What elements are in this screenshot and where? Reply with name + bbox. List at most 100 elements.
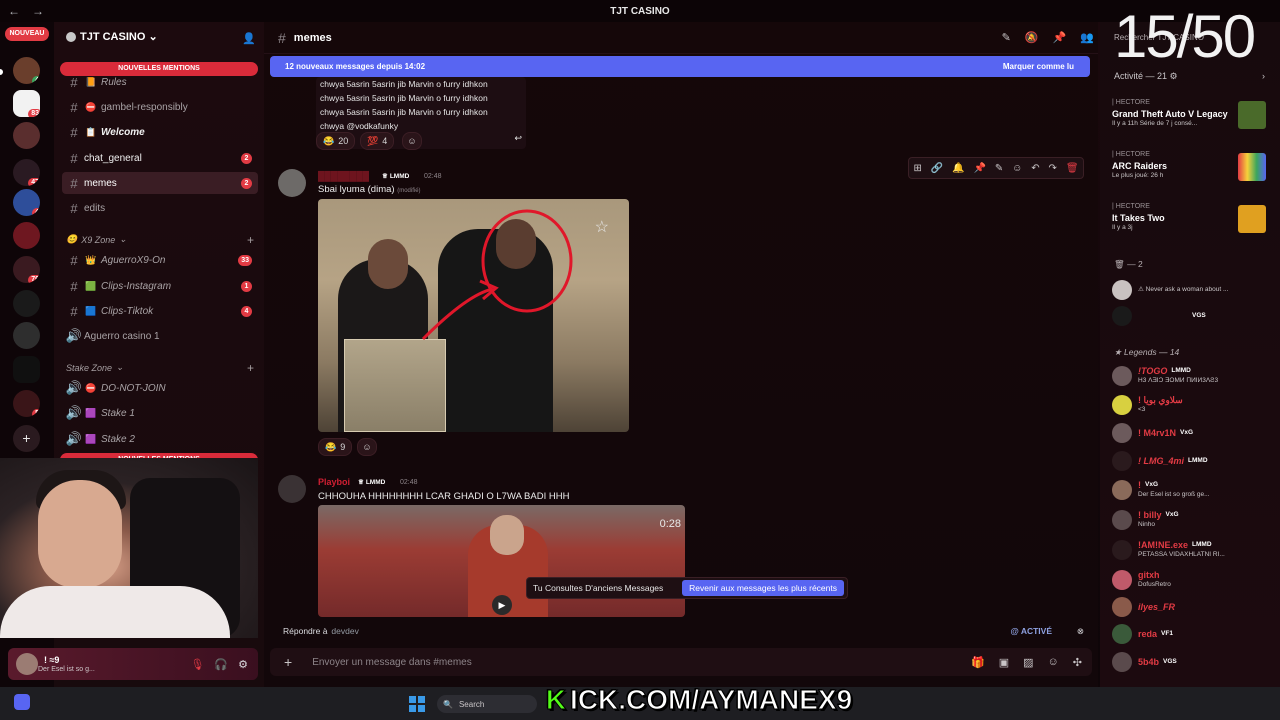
mark-as-read-button[interactable]: Marquer comme lu [1003,62,1074,71]
mention-toggle[interactable]: @ ACTIVÉ [1010,626,1052,636]
add-channel-icon[interactable]: + [247,361,254,375]
server-icon[interactable]: 47 [13,159,40,186]
avatar[interactable] [278,475,306,503]
channel-emoji: 🟩 [85,280,97,291]
notifications-muted-icon[interactable]: 🔕 [1025,31,1039,44]
server-icon[interactable] [13,356,40,383]
server-icon[interactable]: 4 [13,189,40,216]
activity-item[interactable]: | HECTORE It Takes Two Il y a 3j [1112,203,1272,233]
add-reaction-icon[interactable]: ☺ [357,438,377,456]
member-row[interactable]: ilyes_FR [1112,596,1272,618]
member-row[interactable]: ! LMG_4mi LMMD [1112,450,1272,472]
add-server-icon[interactable]: + [13,425,40,452]
pin-icon[interactable]: 📌 [1053,31,1067,44]
member-row[interactable]: VGS [1112,305,1272,327]
add-reaction-icon[interactable]: ☺ [402,132,422,150]
channel-chat-general[interactable]: # chat_general 2 [62,147,258,169]
server-icon[interactable]: 4 [13,57,40,84]
member-list-icon[interactable]: 👥 [1080,31,1094,44]
avatar[interactable] [16,653,38,675]
member-row[interactable]: ! M4rv1N VxG [1112,422,1272,444]
play-icon[interactable]: ▶ [492,595,512,615]
add-member-icon[interactable]: 👤 [242,32,256,45]
channel-welcome[interactable]: # 📋 Welcome [62,121,258,143]
channel-edits[interactable]: # edits [62,197,258,219]
gif-icon[interactable]: ▣ [999,656,1009,669]
delete-icon[interactable]: 🗑 [1066,163,1079,174]
forward-icon[interactable]: ↷ [1049,163,1057,174]
reply-arrow-icon[interactable]: ↩ [514,131,522,145]
threads-icon[interactable]: ✎ [1002,31,1011,44]
member-row[interactable]: ! billy VxG Ninho [1112,509,1272,531]
channel-clips-tiktok[interactable]: # 🟦 Clips-Tiktok 4 [62,300,258,322]
edit-icon[interactable]: ✎ [995,163,1003,174]
discord-taskbar-icon[interactable] [14,694,30,710]
server-icon[interactable]: 76 [13,256,40,283]
emoji-icon[interactable]: ☺ [1048,656,1059,669]
server-icon[interactable] [13,222,40,249]
taskbar-search[interactable]: 🔍 Search [437,695,537,713]
activity-item[interactable]: | HECTORE Grand Theft Auto V Legacy Il y… [1112,99,1272,129]
message-author[interactable]: Playboi [318,477,350,487]
message-video[interactable]: 0:28 ▶ [318,505,685,617]
avatar[interactable] [278,169,306,197]
bell-icon[interactable]: 🔔 [952,163,964,174]
member-row[interactable]: ! سلاوي بويا <3 [1112,394,1272,416]
add-channel-icon[interactable]: + [247,233,254,247]
message-composer[interactable]: + Envoyer un message dans #memes 🎁 ▣ ▨ ☺… [270,648,1092,676]
apps-icon[interactable]: ✣ [1073,656,1082,669]
pin-icon[interactable]: 📌 [973,163,985,174]
message-toolbar: ⊞ 🔗 🔔 📌 ✎ ☺ ↶ ↷ 🗑 [908,157,1084,179]
member-row[interactable]: !AM!NE.exe LMMD PETASSA VIDAXHLATNI RI... [1112,539,1272,561]
channel-rules[interactable]: # 📙 Rules [62,71,258,93]
member-row[interactable]: 5b4b VGS [1112,651,1272,673]
reaction[interactable]: 💯 4 [360,132,395,150]
server-icon[interactable]: 83 [13,90,40,117]
member-row[interactable]: ⚠ Never ask a woman about ... [1112,279,1272,301]
sticker-icon[interactable]: ▨ [1023,656,1033,669]
gift-icon[interactable]: 🎁 [971,656,985,669]
message-input[interactable]: Envoyer un message dans #memes [312,657,472,668]
server-name-button[interactable]: TJT CASINO ⌄ [66,30,158,43]
forward-arrow-icon[interactable]: → [32,4,48,18]
mic-muted-icon[interactable]: 🎙 [190,658,204,671]
voice-do-not-join[interactable]: 🔊 ⛔ DO-NOT-JOIN [62,377,258,399]
member-row[interactable]: ! VxG Der Esel ist so groß ge... [1112,479,1272,501]
channel-memes[interactable]: # memes 2 [62,172,258,194]
link-icon[interactable]: 🔗 [931,163,943,174]
close-reply-icon[interactable]: ⊗ [1077,626,1084,637]
new-messages-bar[interactable]: 12 nouveaux messages depuis 14:02 Marque… [270,56,1090,77]
category-x9-zone[interactable]: 😊 X9 Zone ⌄ + [66,233,254,247]
channel-gambel[interactable]: # ⛔ gambel-responsibly [62,96,258,118]
windows-start-icon[interactable] [408,695,426,713]
chevron-right-icon[interactable]: › [1262,71,1265,81]
server-icon[interactable]: 5 [13,390,40,417]
emoji-icon[interactable]: ☺ [1012,163,1022,174]
voice-stake-2[interactable]: 🔊 🟪 Stake 2 [62,428,258,450]
category-stake-zone[interactable]: Stake Zone ⌄ + [66,361,254,375]
message-time: 02:48 [424,173,442,180]
member-row[interactable]: reda VF1 [1112,623,1272,645]
attach-plus-icon[interactable]: + [284,654,292,670]
voice-stake-1[interactable]: 🔊 🟪 Stake 1 [62,402,258,424]
activity-item[interactable]: | HECTORE ARC Raiders Le plus joué: 26 h [1112,151,1272,181]
id-icon[interactable]: ⊞ [913,163,921,174]
server-icon[interactable] [13,322,40,349]
new-badge[interactable]: NOUVEAU [5,27,49,41]
voice-aguerro-casino[interactable]: 🔊 Aguerro casino 1 [62,325,258,347]
member-row[interactable]: !TOGO LMMD H3 ɅƎIϽ ƎOMИ ΠИIИ3ɅƧ3 [1112,365,1272,387]
reaction[interactable]: 😂 9 [318,438,353,456]
headphones-muted-icon[interactable]: 🎧 [214,658,228,671]
server-icon[interactable] [13,122,40,149]
reaction[interactable]: 😂 20 [316,132,356,150]
channel-clips-instagram[interactable]: # 🟩 Clips-Instagram 1 [62,275,258,297]
back-arrow-icon[interactable]: ← [8,4,24,18]
message-image[interactable]: ☆ [318,199,629,432]
jump-to-present-button[interactable]: Revenir aux messages les plus récents [682,580,844,596]
message-author[interactable]: ████████ [318,171,369,181]
settings-gear-icon[interactable]: ⚙ [238,658,248,671]
server-icon[interactable] [13,290,40,317]
member-row[interactable]: gitxh DofusRetro [1112,569,1272,591]
channel-aguerro[interactable]: # 👑 AguerroX9-On 33 [62,249,258,271]
reply-icon[interactable]: ↶ [1031,163,1039,174]
